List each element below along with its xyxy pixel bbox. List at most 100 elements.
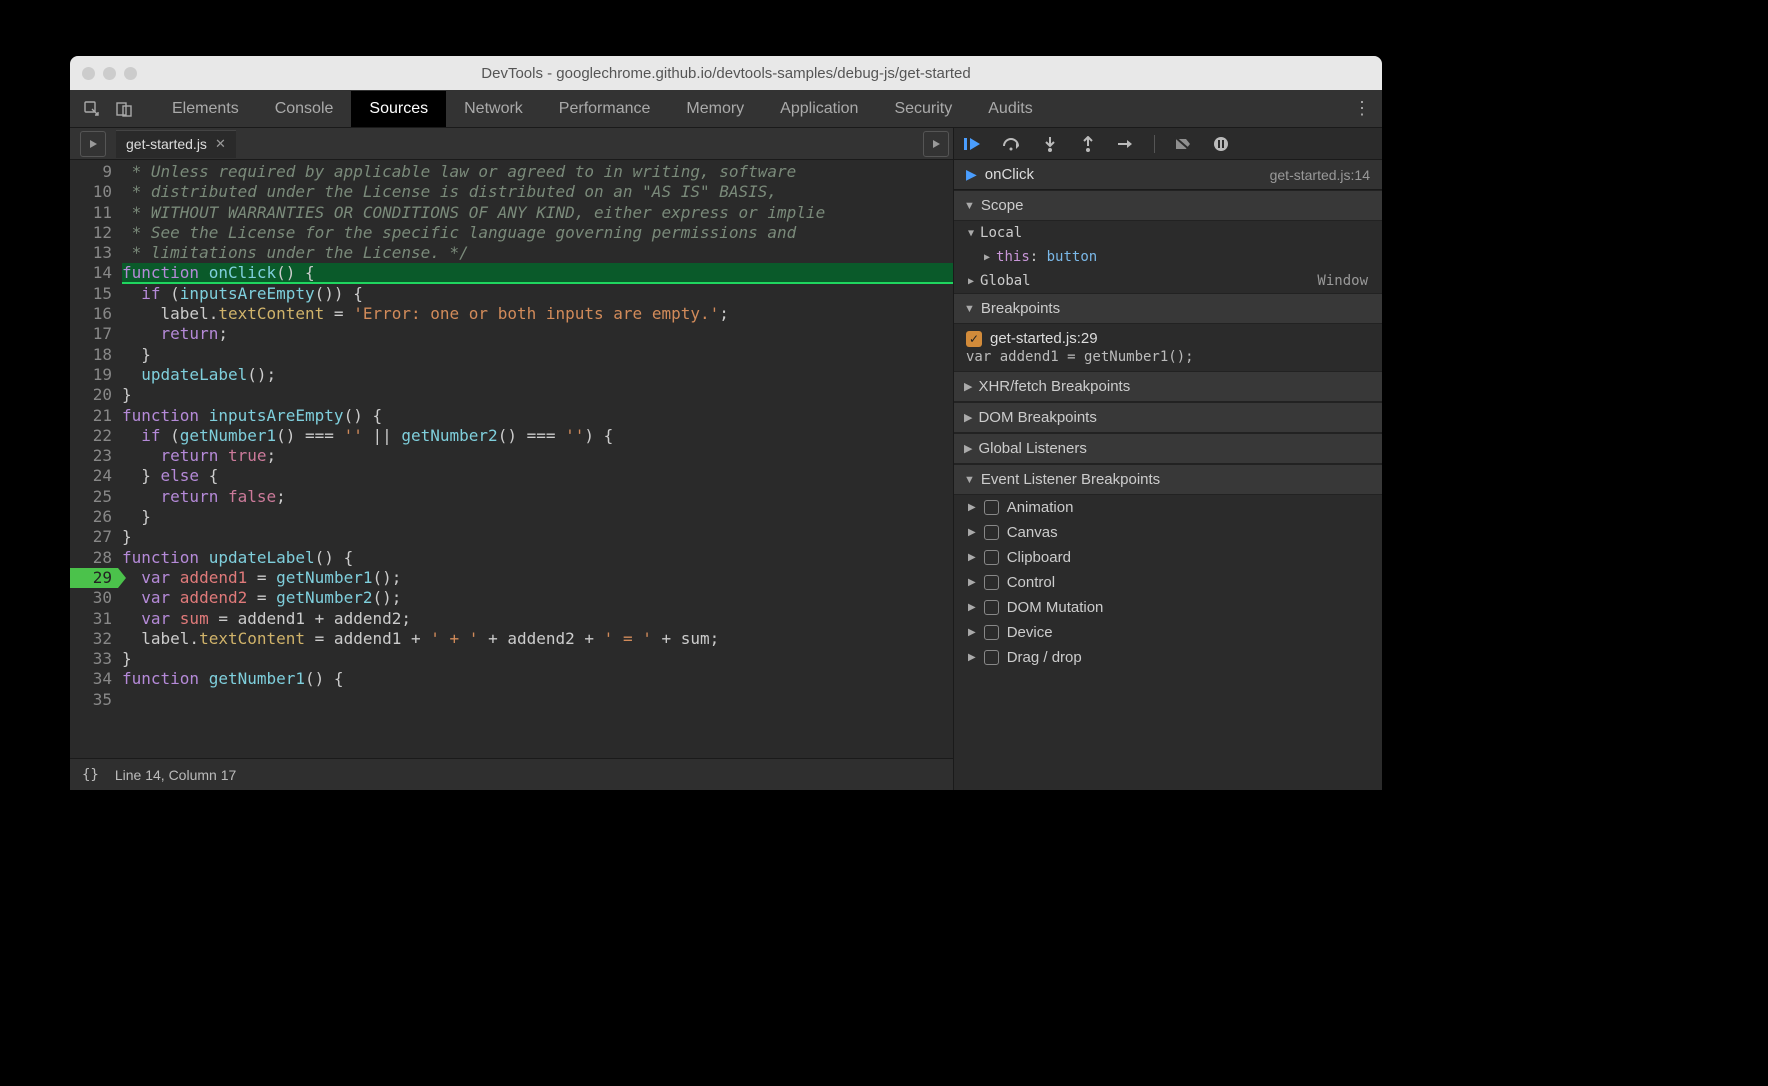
line-number[interactable]: 29 xyxy=(70,568,118,588)
line-number[interactable]: 25 xyxy=(70,487,112,507)
line-number[interactable]: 30 xyxy=(70,588,112,608)
line-number[interactable]: 21 xyxy=(70,406,112,426)
event-category-row[interactable]: ▶Control xyxy=(954,570,1382,595)
panel-tab-network[interactable]: Network xyxy=(446,91,541,127)
line-number[interactable]: 24 xyxy=(70,466,112,486)
callstack-frame[interactable]: ▶ onClick get-started.js:14 xyxy=(954,160,1382,190)
code-line[interactable]: * See the License for the specific langu… xyxy=(122,223,953,243)
panel-tab-application[interactable]: Application xyxy=(762,91,876,127)
pause-on-exceptions-button[interactable] xyxy=(1211,134,1231,154)
line-number[interactable]: 15 xyxy=(70,284,112,304)
deactivate-breakpoints-button[interactable] xyxy=(1173,134,1193,154)
line-number[interactable]: 11 xyxy=(70,203,112,223)
code-line[interactable]: * Unless required by applicable law or a… xyxy=(122,162,953,182)
code-line[interactable]: return false; xyxy=(122,487,953,507)
line-number[interactable]: 10 xyxy=(70,182,112,202)
code-line[interactable]: } xyxy=(122,649,953,669)
event-category-row[interactable]: ▶Drag / drop xyxy=(954,645,1382,670)
code-line[interactable]: } else { xyxy=(122,466,953,486)
scope-local-header[interactable]: ▼ Local xyxy=(954,221,1382,245)
scope-section-header[interactable]: ▼ Scope xyxy=(954,190,1382,221)
code-line[interactable]: function onClick() { xyxy=(122,263,953,283)
scope-variable-this[interactable]: ▶ this: button xyxy=(954,245,1382,269)
code-line[interactable]: if (inputsAreEmpty()) { xyxy=(122,284,953,304)
line-number[interactable]: 18 xyxy=(70,345,112,365)
code-lines[interactable]: * Unless required by applicable law or a… xyxy=(118,160,953,758)
code-line[interactable]: function inputsAreEmpty() { xyxy=(122,406,953,426)
line-number[interactable]: 17 xyxy=(70,324,112,344)
line-number[interactable]: 16 xyxy=(70,304,112,324)
close-tab-icon[interactable]: ✕ xyxy=(215,136,226,152)
minimize-window-button[interactable] xyxy=(103,67,116,80)
more-tabs-icon[interactable] xyxy=(923,131,949,157)
line-number[interactable]: 23 xyxy=(70,446,112,466)
event-listener-breakpoints-header[interactable]: ▼ Event Listener Breakpoints xyxy=(954,464,1382,495)
line-gutter[interactable]: 9101112131415161718192021222324252627282… xyxy=(70,160,118,758)
breakpoints-section-header[interactable]: ▼ Breakpoints xyxy=(954,293,1382,324)
event-checkbox[interactable] xyxy=(984,575,999,590)
code-line[interactable]: * limitations under the License. */ xyxy=(122,243,953,263)
device-toolbar-icon[interactable] xyxy=(110,95,138,123)
line-number[interactable]: 20 xyxy=(70,385,112,405)
event-checkbox[interactable] xyxy=(984,650,999,665)
step-out-button[interactable] xyxy=(1078,134,1098,154)
code-line[interactable]: label.textContent = addend1 + ' + ' + ad… xyxy=(122,629,953,649)
zoom-window-button[interactable] xyxy=(124,67,137,80)
resume-button[interactable] xyxy=(964,134,984,154)
inspect-element-icon[interactable] xyxy=(78,95,106,123)
step-button[interactable] xyxy=(1116,134,1136,154)
code-editor[interactable]: 9101112131415161718192021222324252627282… xyxy=(70,160,953,758)
line-number[interactable]: 12 xyxy=(70,223,112,243)
global-listeners-header[interactable]: ▶ Global Listeners xyxy=(954,433,1382,464)
line-number[interactable]: 14 xyxy=(70,263,112,283)
event-category-row[interactable]: ▶Canvas xyxy=(954,520,1382,545)
code-line[interactable]: function updateLabel() { xyxy=(122,548,953,568)
panel-tab-performance[interactable]: Performance xyxy=(541,91,669,127)
code-line[interactable]: } xyxy=(122,345,953,365)
code-line[interactable]: var sum = addend1 + addend2; xyxy=(122,609,953,629)
panel-tab-console[interactable]: Console xyxy=(257,91,352,127)
code-line[interactable]: function getNumber1() { xyxy=(122,669,953,689)
code-line[interactable]: if (getNumber1() === '' || getNumber2() … xyxy=(122,426,953,446)
code-line[interactable]: var addend1 = getNumber1(); xyxy=(122,568,953,588)
show-navigator-icon[interactable] xyxy=(80,131,106,157)
breakpoint-checkbox[interactable]: ✓ xyxy=(966,331,982,347)
code-line[interactable]: * distributed under the License is distr… xyxy=(122,182,953,202)
line-number[interactable]: 22 xyxy=(70,426,112,446)
line-number[interactable]: 27 xyxy=(70,527,112,547)
code-line[interactable]: label.textContent = 'Error: one or both … xyxy=(122,304,953,324)
breakpoint-item[interactable]: ✓ get-started.js:29 var addend1 = getNum… xyxy=(954,324,1382,371)
event-category-row[interactable]: ▶Animation xyxy=(954,495,1382,520)
window-titlebar[interactable]: DevTools - googlechrome.github.io/devtoo… xyxy=(70,56,1382,90)
event-checkbox[interactable] xyxy=(984,500,999,515)
file-tab[interactable]: get-started.js ✕ xyxy=(116,130,236,158)
panel-tab-memory[interactable]: Memory xyxy=(668,91,762,127)
more-options-icon[interactable]: ⋮ xyxy=(1350,98,1374,119)
line-number[interactable]: 26 xyxy=(70,507,112,527)
line-number[interactable]: 32 xyxy=(70,629,112,649)
event-checkbox[interactable] xyxy=(984,600,999,615)
code-line[interactable]: } xyxy=(122,507,953,527)
code-line[interactable] xyxy=(122,690,953,710)
line-number[interactable]: 33 xyxy=(70,649,112,669)
line-number[interactable]: 35 xyxy=(70,690,112,710)
code-line[interactable]: updateLabel(); xyxy=(122,365,953,385)
format-code-icon[interactable]: {} xyxy=(82,767,99,783)
line-number[interactable]: 31 xyxy=(70,609,112,629)
code-line[interactable]: return true; xyxy=(122,446,953,466)
event-checkbox[interactable] xyxy=(984,550,999,565)
callstack-location[interactable]: get-started.js:14 xyxy=(1270,167,1370,183)
event-category-row[interactable]: ▶DOM Mutation xyxy=(954,595,1382,620)
panel-tab-sources[interactable]: Sources xyxy=(351,91,446,127)
step-over-button[interactable] xyxy=(1002,134,1022,154)
event-category-row[interactable]: ▶Device xyxy=(954,620,1382,645)
event-category-row[interactable]: ▶Clipboard xyxy=(954,545,1382,570)
panel-tab-audits[interactable]: Audits xyxy=(970,91,1050,127)
panel-tab-elements[interactable]: Elements xyxy=(154,91,257,127)
line-number[interactable]: 13 xyxy=(70,243,112,263)
line-number[interactable]: 34 xyxy=(70,669,112,689)
scope-global-header[interactable]: ▶ Global Window xyxy=(954,269,1382,293)
code-line[interactable]: } xyxy=(122,527,953,547)
xhr-breakpoints-header[interactable]: ▶ XHR/fetch Breakpoints xyxy=(954,371,1382,402)
panel-tab-security[interactable]: Security xyxy=(876,91,970,127)
